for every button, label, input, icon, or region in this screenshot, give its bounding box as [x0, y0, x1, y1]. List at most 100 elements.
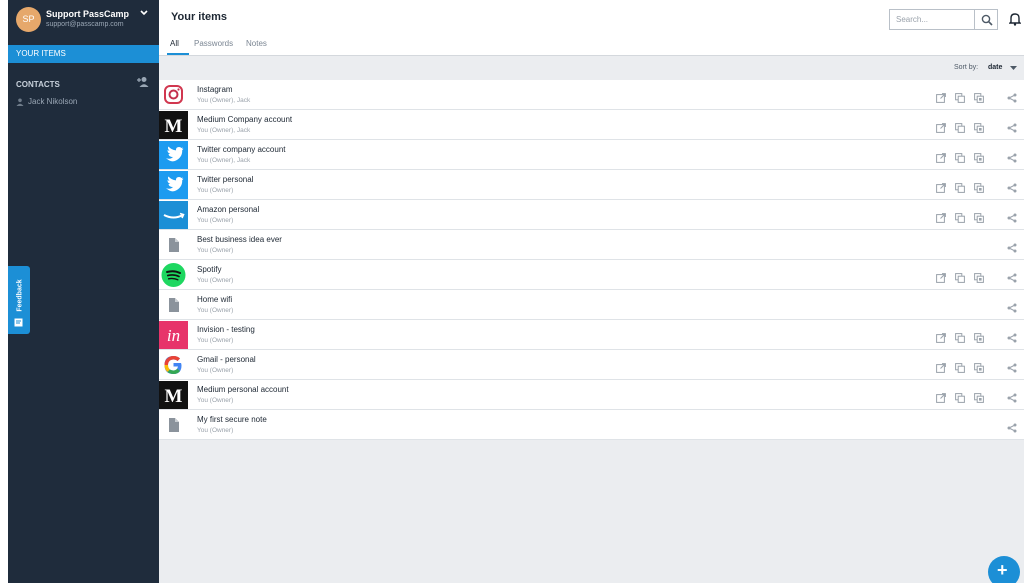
share-icon[interactable]	[1007, 420, 1017, 433]
copy-username-icon[interactable]	[955, 270, 965, 283]
copy-username-icon[interactable]	[955, 330, 965, 343]
sort-dropdown[interactable]: date	[988, 64, 1002, 71]
item-row[interactable]: Gmail - personal You (Owner)	[159, 350, 1024, 380]
item-row[interactable]: M Medium personal account You (Owner)	[159, 380, 1024, 410]
item-owner: You (Owner)	[197, 307, 234, 314]
contact-name: Jack Nikolson	[28, 97, 78, 106]
copy-password-icon[interactable]	[974, 390, 984, 403]
share-icon[interactable]	[1007, 270, 1017, 283]
account-name: Support PassCamp	[46, 9, 130, 19]
item-title: Home wifi	[197, 295, 233, 304]
item-title: Invision - testing	[197, 325, 255, 334]
google-icon	[159, 351, 188, 379]
item-row[interactable]: Twitter company account You (Owner), Jack	[159, 140, 1024, 170]
item-row[interactable]: Instagram You (Owner), Jack	[159, 80, 1024, 110]
copy-password-icon[interactable]	[974, 90, 984, 103]
share-icon[interactable]	[1007, 330, 1017, 343]
item-owner: You (Owner)	[197, 187, 234, 194]
twitter-icon	[159, 141, 188, 169]
sidebar: SP Support PassCamp support@passcamp.com…	[8, 0, 159, 583]
feedback-button[interactable]: Feedback	[8, 266, 30, 334]
copy-username-icon[interactable]	[955, 150, 965, 163]
item-title: Twitter personal	[197, 175, 254, 184]
open-link-icon[interactable]	[936, 120, 946, 133]
open-link-icon[interactable]	[936, 270, 946, 283]
search-button[interactable]	[974, 9, 998, 30]
item-title: Best business idea ever	[197, 235, 282, 244]
item-row[interactable]: M Medium Company account You (Owner), Jack	[159, 110, 1024, 140]
open-link-icon[interactable]	[936, 180, 946, 193]
item-title: Amazon personal	[197, 205, 260, 214]
copy-username-icon[interactable]	[955, 210, 965, 223]
item-title: Gmail - personal	[197, 355, 256, 364]
open-link-icon[interactable]	[936, 330, 946, 343]
copy-password-icon[interactable]	[974, 210, 984, 223]
item-owner: You (Owner), Jack	[197, 127, 251, 134]
twitter-icon	[159, 171, 188, 199]
person-icon	[16, 98, 24, 106]
item-title: Medium Company account	[197, 115, 293, 124]
item-title: Instagram	[197, 85, 233, 94]
main-panel: Your items All Passwords Notes Search...…	[159, 0, 1024, 583]
add-contact-icon[interactable]	[136, 76, 150, 88]
tab-all[interactable]: All	[170, 39, 179, 48]
item-row[interactable]: Spotify You (Owner)	[159, 260, 1024, 290]
copy-username-icon[interactable]	[955, 180, 965, 193]
window-edge	[0, 0, 8, 583]
contact-item[interactable]: Jack Nikolson	[16, 97, 77, 109]
tab-notes[interactable]: Notes	[246, 39, 267, 48]
share-icon[interactable]	[1007, 150, 1017, 163]
copy-username-icon[interactable]	[955, 390, 965, 403]
copy-username-icon[interactable]	[955, 90, 965, 103]
share-icon[interactable]	[1007, 180, 1017, 193]
item-row[interactable]: Home wifi You (Owner)	[159, 290, 1024, 320]
copy-password-icon[interactable]	[974, 150, 984, 163]
copy-password-icon[interactable]	[974, 270, 984, 283]
open-link-icon[interactable]	[936, 360, 946, 373]
svg-text:in: in	[167, 326, 180, 345]
svg-text:M: M	[165, 386, 183, 407]
feedback-label: Feedback	[16, 279, 24, 312]
item-title: My first secure note	[197, 415, 267, 424]
add-item-button[interactable]: +	[988, 556, 1020, 583]
item-row[interactable]: Amazon personal You (Owner)	[159, 200, 1024, 230]
copy-password-icon[interactable]	[974, 120, 984, 133]
open-link-icon[interactable]	[936, 390, 946, 403]
note-icon	[159, 411, 188, 439]
caret-down-icon[interactable]	[1010, 66, 1017, 71]
account-switcher[interactable]: SP Support PassCamp support@passcamp.com	[8, 0, 159, 40]
copy-username-icon[interactable]	[955, 120, 965, 133]
sidebar-item-your-items[interactable]: YOUR ITEMS	[8, 45, 159, 63]
item-owner: You (Owner)	[197, 337, 234, 344]
item-list: Instagram You (Owner), Jack M Medium Compan…	[159, 80, 1024, 440]
share-icon[interactable]	[1007, 360, 1017, 373]
item-row[interactable]: Twitter personal You (Owner)	[159, 170, 1024, 200]
share-icon[interactable]	[1007, 210, 1017, 223]
plus-icon: +	[997, 560, 1008, 580]
share-icon[interactable]	[1007, 90, 1017, 103]
copy-password-icon[interactable]	[974, 360, 984, 373]
chevron-down-icon[interactable]	[139, 8, 149, 18]
copy-username-icon[interactable]	[955, 360, 965, 373]
note-icon	[159, 291, 188, 319]
open-link-icon[interactable]	[936, 150, 946, 163]
sort-label: Sort by:	[954, 64, 979, 71]
item-row[interactable]: in Invision - testing You (Owner)	[159, 320, 1024, 350]
search-input[interactable]: Search...	[889, 9, 975, 30]
share-icon[interactable]	[1007, 300, 1017, 313]
bell-icon[interactable]	[1009, 12, 1021, 26]
open-link-icon[interactable]	[936, 90, 946, 103]
invision-icon: in	[159, 321, 188, 349]
avatar: SP	[16, 7, 41, 32]
open-link-icon[interactable]	[936, 210, 946, 223]
item-title: Medium personal account	[197, 385, 289, 394]
item-owner: You (Owner), Jack	[197, 97, 251, 104]
item-row[interactable]: My first secure note You (Owner)	[159, 410, 1024, 440]
tab-passwords[interactable]: Passwords	[194, 39, 233, 48]
share-icon[interactable]	[1007, 120, 1017, 133]
share-icon[interactable]	[1007, 240, 1017, 253]
copy-password-icon[interactable]	[974, 180, 984, 193]
share-icon[interactable]	[1007, 390, 1017, 403]
copy-password-icon[interactable]	[974, 330, 984, 343]
item-row[interactable]: Best business idea ever You (Owner)	[159, 230, 1024, 260]
